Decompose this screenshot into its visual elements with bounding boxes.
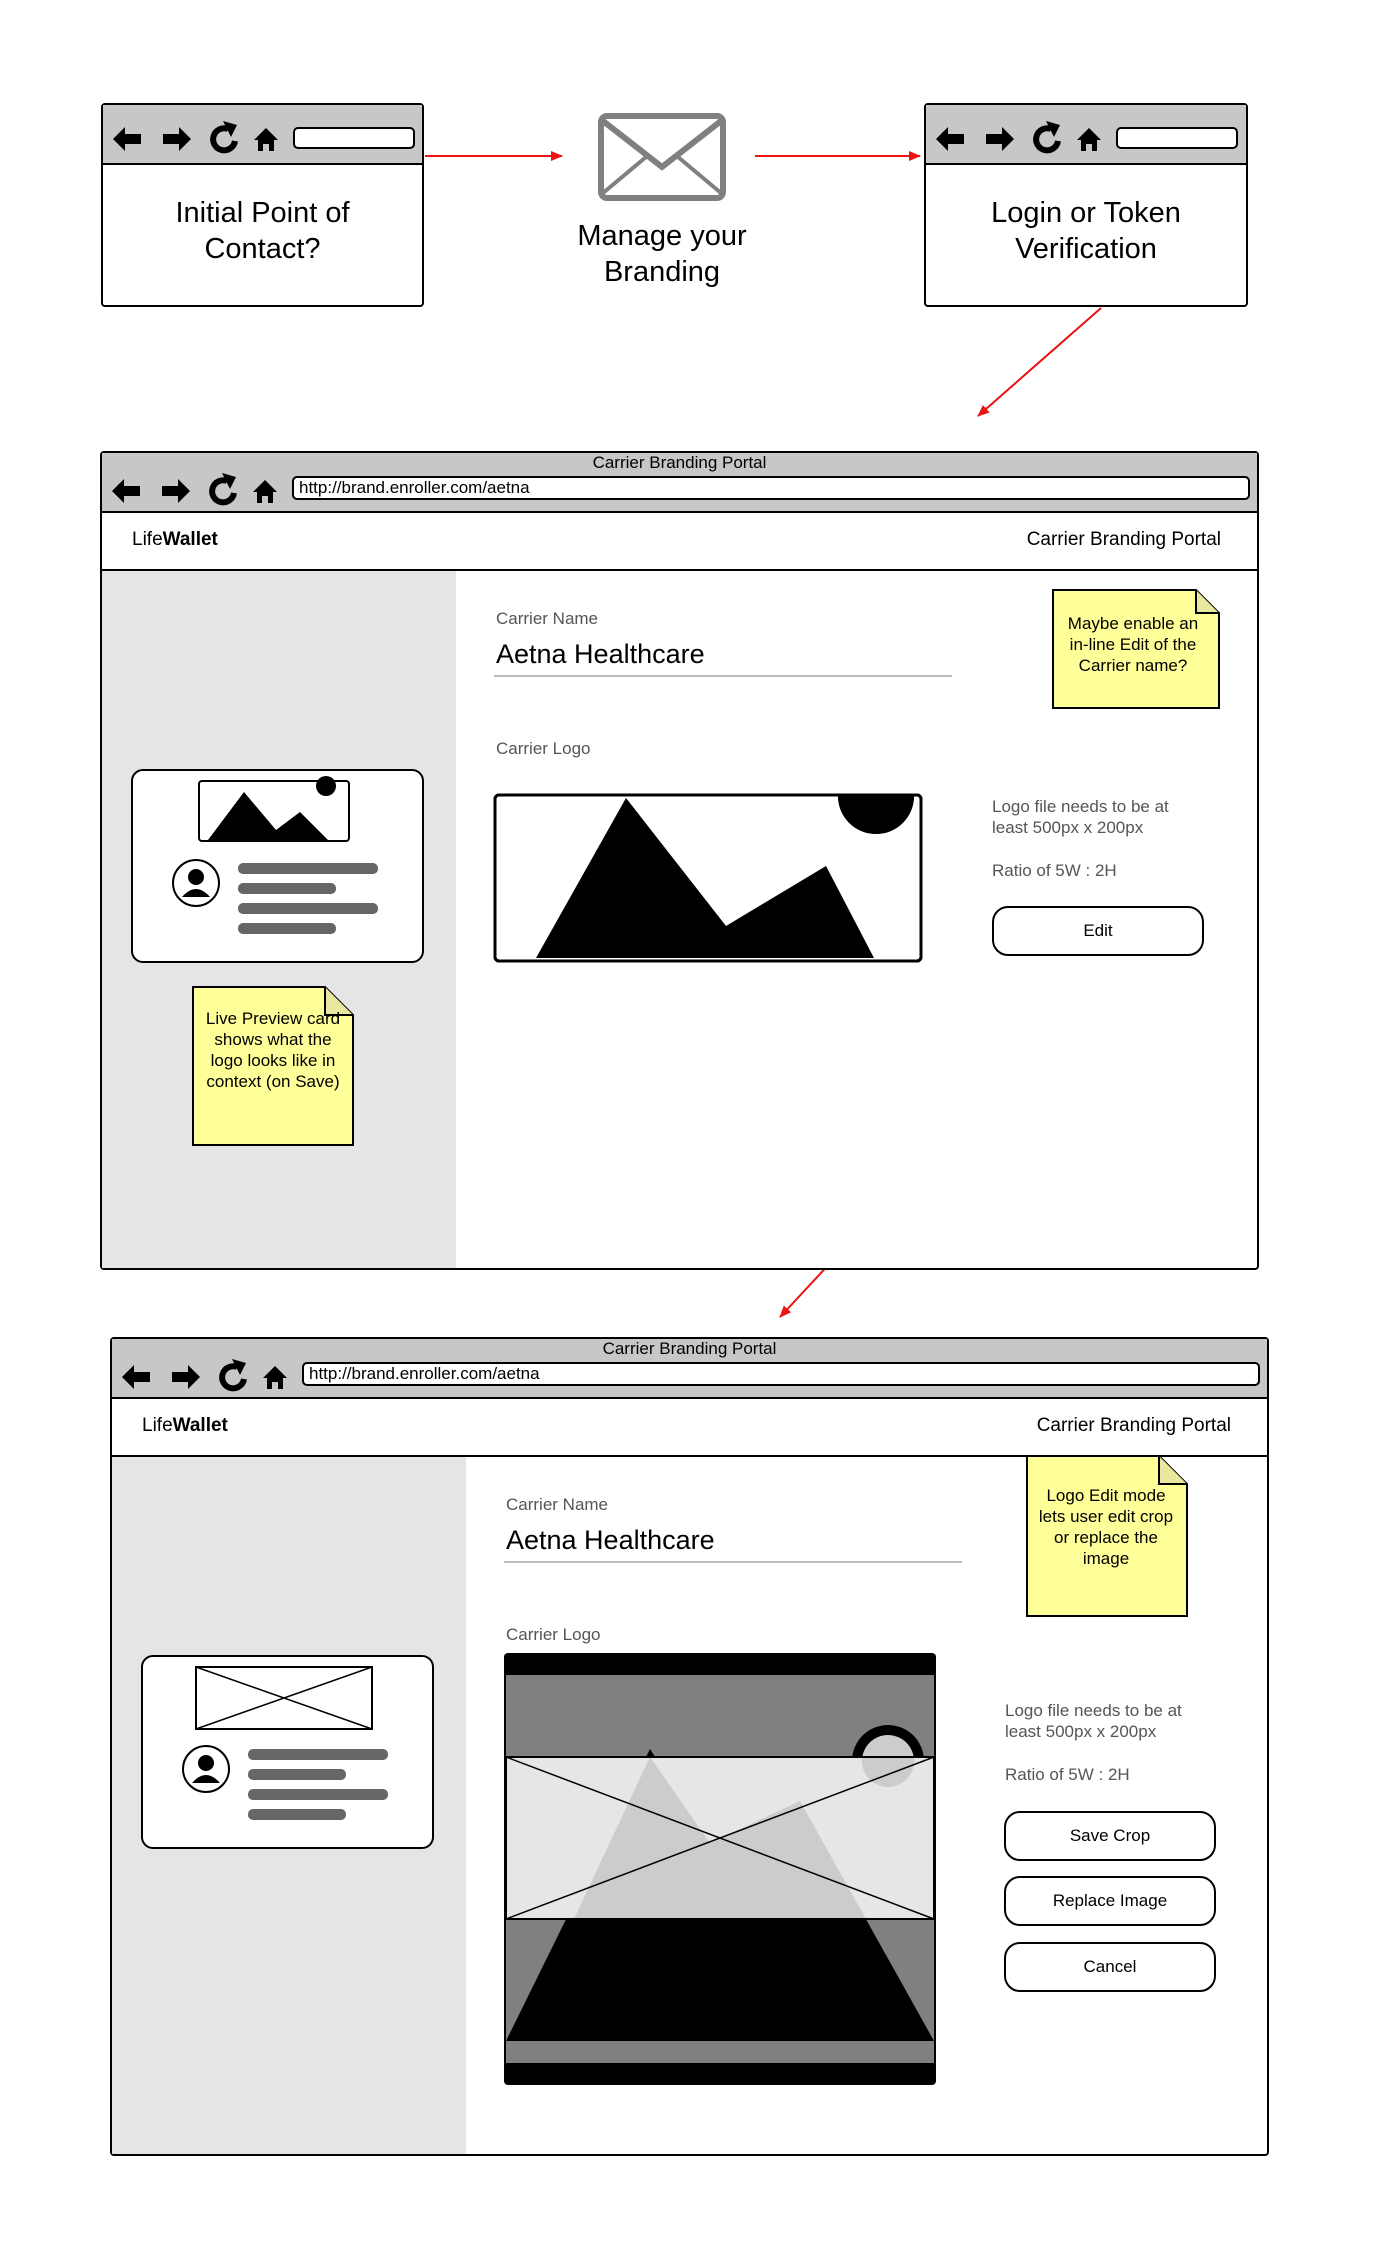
logo-crop-editor[interactable] xyxy=(504,1653,936,2085)
brand-bold: Wallet xyxy=(172,1415,228,1436)
avatar-icon xyxy=(172,859,220,907)
replace-image-button[interactable]: Replace Image xyxy=(1004,1876,1216,1926)
carrier-logo-image xyxy=(493,754,923,963)
arrow-login-to-portal xyxy=(977,307,1102,417)
card-logo-image xyxy=(198,776,350,842)
image-placeholder-icon xyxy=(195,1666,373,1730)
portal-window: Carrier Branding Portal http://brand.enr… xyxy=(100,451,1259,1270)
sticky-note-text: Logo Edit mode lets user edit crop or re… xyxy=(1038,1486,1174,1568)
app-header: LifeWallet Carrier Branding Portal xyxy=(112,1397,1267,1457)
crop-region[interactable] xyxy=(505,1735,935,1920)
carrier-name-value[interactable]: Aetna Healthcare xyxy=(506,1525,715,1556)
live-preview-card xyxy=(141,1655,434,1849)
brand-prefix: Life xyxy=(142,1415,173,1436)
placeholder-line xyxy=(248,1769,346,1780)
sticky-note-text: Maybe enable an in-line Edit of the Carr… xyxy=(1067,614,1199,675)
brand-prefix: Life xyxy=(132,529,163,550)
carrier-name-underline xyxy=(504,1561,962,1563)
browser-toolbar: Carrier Branding Portal http://brand.enr… xyxy=(102,453,1257,513)
portal-window-edit-mode: Carrier Branding Portal http://brand.enr… xyxy=(110,1337,1269,2156)
sticky-note-inline-edit: Maybe enable an in-line Edit of the Carr… xyxy=(1052,589,1220,709)
placeholder-line xyxy=(238,903,378,914)
carrier-logo-label: Carrier Logo xyxy=(496,739,591,758)
logo-size-hint: Logo file needs to be at least 500px x 2… xyxy=(1005,1701,1182,1741)
carrier-logo-label: Carrier Logo xyxy=(506,1625,601,1644)
logo-ratio-hint: Ratio of 5W : 2H xyxy=(992,861,1117,880)
url-field[interactable]: http://brand.enroller.com/aetna xyxy=(302,1362,1260,1386)
carrier-name-underline xyxy=(494,675,952,677)
edit-button[interactable]: Edit xyxy=(992,906,1204,956)
app-header: LifeWallet Carrier Branding Portal xyxy=(102,511,1257,571)
brand-logo[interactable]: LifeWallet xyxy=(142,1415,228,1437)
placeholder-line xyxy=(238,863,378,874)
carrier-name-label: Carrier Name xyxy=(496,609,599,628)
placeholder-line xyxy=(248,1789,388,1800)
portal-title: Carrier Branding Portal xyxy=(1036,1415,1231,1436)
carrier-name-label: Carrier Name xyxy=(506,1495,609,1514)
sticky-note-edit-mode: Logo Edit mode lets user edit crop or re… xyxy=(1026,1455,1188,1617)
avatar-icon xyxy=(182,1745,230,1793)
cancel-button[interactable]: Cancel xyxy=(1004,1942,1216,1992)
carrier-name-value[interactable]: Aetna Healthcare xyxy=(496,639,705,670)
sticky-note-live-preview: Live Preview card shows what the logo lo… xyxy=(192,986,354,1146)
browser-toolbar: Carrier Branding Portal http://brand.enr… xyxy=(112,1339,1267,1399)
save-crop-button[interactable]: Save Crop xyxy=(1004,1811,1216,1861)
sticky-note-text: Live Preview card shows what the logo lo… xyxy=(205,1009,341,1091)
portal-title: Carrier Branding Portal xyxy=(1026,529,1221,550)
browser-nav-icons xyxy=(120,1355,295,1395)
brand-bold: Wallet xyxy=(162,529,218,550)
url-field[interactable]: http://brand.enroller.com/aetna xyxy=(292,476,1250,500)
browser-nav-icons xyxy=(110,469,285,509)
placeholder-line xyxy=(248,1809,346,1820)
brand-logo[interactable]: LifeWallet xyxy=(132,529,218,551)
placeholder-line xyxy=(238,883,336,894)
placeholder-line xyxy=(238,923,336,934)
logo-size-hint: Logo file needs to be at least 500px x 2… xyxy=(992,797,1169,837)
live-preview-card xyxy=(131,769,424,963)
logo-ratio-hint: Ratio of 5W : 2H xyxy=(1005,1765,1130,1784)
placeholder-line xyxy=(248,1749,388,1760)
